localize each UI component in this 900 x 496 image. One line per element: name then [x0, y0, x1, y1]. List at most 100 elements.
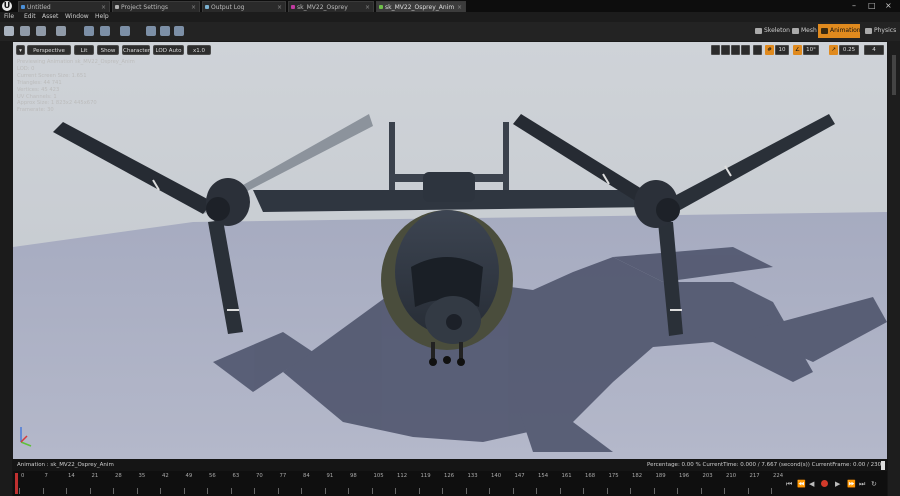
minimize-icon[interactable]: – [852, 1, 856, 10]
viewport-menu-button[interactable]: ▾ [16, 45, 25, 55]
key-icon[interactable] [100, 26, 110, 36]
menu-edit[interactable]: Edit [24, 12, 36, 22]
right-panel-edge [888, 41, 900, 496]
timeline-tick [301, 488, 302, 494]
step-forward-icon[interactable]: ⏩ [847, 480, 856, 488]
character-button[interactable]: Character [122, 45, 150, 55]
menu-window[interactable]: Window [65, 12, 89, 22]
close-icon[interactable]: × [191, 2, 196, 12]
menu-asset[interactable]: Asset [42, 12, 58, 22]
timeline-tick [512, 488, 514, 494]
find-in-browser-icon[interactable] [20, 26, 30, 36]
save-icon[interactable] [4, 26, 14, 36]
stats-line: Vertices: 45 423 [17, 86, 60, 93]
menu-help[interactable]: Help [95, 12, 109, 22]
coordinate-space-icon[interactable] [741, 45, 750, 55]
timeline-tick-label: 189 [655, 473, 666, 479]
tab-project-settings[interactable]: Project Settings × [112, 1, 200, 12]
grid-snap-value[interactable]: 10 [775, 45, 789, 55]
close-window-icon[interactable]: × [885, 1, 892, 10]
animation-timeline[interactable]: ⏮ ⏪ ◀ ▶ ⏩ ⏭ ↻ 0 7 14 21 28 35 42 49 56 63 70 77 84 91… [13, 471, 887, 496]
rotation-snap-icon[interactable]: ∠ [793, 45, 802, 55]
translate-tool-icon[interactable] [711, 45, 720, 55]
timeline-tick [771, 488, 772, 494]
tab-output-log[interactable]: Output Log × [202, 1, 286, 12]
timeline-tick [677, 488, 678, 494]
log-icon [205, 5, 209, 9]
step-back-icon[interactable]: ⏪ [797, 480, 806, 488]
window-titlebar: U Untitled × Project Settings × Output L… [0, 0, 900, 12]
surface-snap-icon[interactable] [753, 45, 762, 55]
mode-mesh[interactable]: Mesh [789, 24, 817, 38]
scrollbar[interactable] [892, 55, 896, 95]
stats-line: Previewing Animation sk_MV22_Osprey_Anim [17, 59, 135, 65]
tab-animation[interactable]: sk_MV22_Osprey_Anim × [376, 1, 466, 12]
preview-mesh-icon[interactable] [84, 26, 94, 36]
mode-animation[interactable]: Animation [818, 24, 861, 38]
add-icon[interactable] [146, 26, 156, 36]
scale-tool-icon[interactable] [731, 45, 740, 55]
menu-file[interactable]: File [4, 12, 14, 22]
stats-line: Triangles: 44 741 [17, 79, 62, 86]
timeline-tick-label: 140 [491, 473, 502, 479]
mode-physics[interactable]: Physics [862, 24, 898, 38]
rotate-tool-icon[interactable] [721, 45, 730, 55]
maximize-icon[interactable]: □ [868, 1, 876, 10]
timeline-tick [418, 488, 420, 494]
settings-icon [115, 5, 119, 9]
camera-speed-label: 4 [872, 47, 876, 53]
scale-snap-value[interactable]: 0.25 [839, 45, 859, 55]
scale-snap-icon[interactable]: ↗ [829, 45, 838, 55]
playback-status: Percentage: 0.00 % CurrentTime: 0.000 / … [647, 462, 881, 468]
timeline-tick-label: 42 [162, 473, 169, 479]
stats-line: Approx Size: 1 823x2 445x670 [17, 100, 97, 107]
timeline-tick-label: 147 [514, 473, 525, 479]
stats-line: LOD: 0 [17, 65, 35, 72]
mode-skeleton[interactable]: Skeleton [752, 24, 790, 38]
stats-line: UV Channels: 1 [17, 93, 57, 100]
skip-to-end-icon[interactable]: ⏭ [859, 480, 865, 489]
timeline-tick-label: 35 [138, 473, 146, 479]
perspective-button[interactable]: Perspective [27, 45, 71, 55]
tab-untitled[interactable]: Untitled × [18, 1, 110, 12]
timeline-tick-label: 182 [632, 473, 643, 479]
playback-speed-button[interactable]: x1.0 [187, 45, 211, 55]
camera-speed-button[interactable]: 4 [864, 45, 884, 55]
scrollbar[interactable] [881, 461, 885, 470]
perspective-label: Perspective [33, 48, 65, 54]
timeline-tick [700, 488, 702, 494]
home-icon[interactable] [174, 26, 184, 36]
playhead[interactable] [15, 473, 18, 494]
timeline-tick [630, 488, 631, 494]
timeline-tick [324, 488, 326, 494]
stats-line: Framerate: 30 [17, 107, 54, 114]
record-icon[interactable] [821, 480, 828, 489]
skip-to-start-icon[interactable]: ⏮ [786, 480, 792, 489]
timeline-tick [183, 488, 185, 494]
character-label: Character [123, 48, 151, 54]
grid-snap-label: 10 [778, 47, 786, 53]
play-icon[interactable]: ▶ [835, 480, 840, 488]
lit-button[interactable]: Lit [74, 45, 94, 55]
speed-label: x1.0 [192, 48, 205, 54]
timeline-tick [442, 488, 443, 494]
close-icon[interactable]: × [457, 2, 462, 12]
compress-icon[interactable] [160, 26, 170, 36]
close-icon[interactable]: × [101, 2, 106, 12]
loop-icon[interactable]: ↻ [871, 480, 877, 488]
timeline-tick-label: 56 [209, 473, 216, 479]
tab-label: Project Settings [121, 4, 169, 11]
grid-snap-icon[interactable]: # [765, 45, 774, 55]
show-button[interactable]: Show [97, 45, 119, 55]
play-reverse-icon[interactable]: ◀ [809, 480, 814, 488]
skeleton-icon [755, 28, 762, 34]
close-icon[interactable]: × [365, 2, 370, 12]
lod-button[interactable]: LOD Auto [153, 45, 184, 55]
close-icon[interactable]: × [277, 2, 282, 12]
rotation-snap-value[interactable]: 10° [803, 45, 819, 55]
preview-viewport[interactable]: ▾ Perspective Lit Show Character LOD Aut… [13, 42, 887, 459]
reimport-icon[interactable] [56, 26, 66, 36]
export-icon[interactable] [120, 26, 130, 36]
tab-skeletal-mesh[interactable]: sk_MV22_Osprey × [288, 1, 374, 12]
create-asset-icon[interactable] [36, 26, 46, 36]
